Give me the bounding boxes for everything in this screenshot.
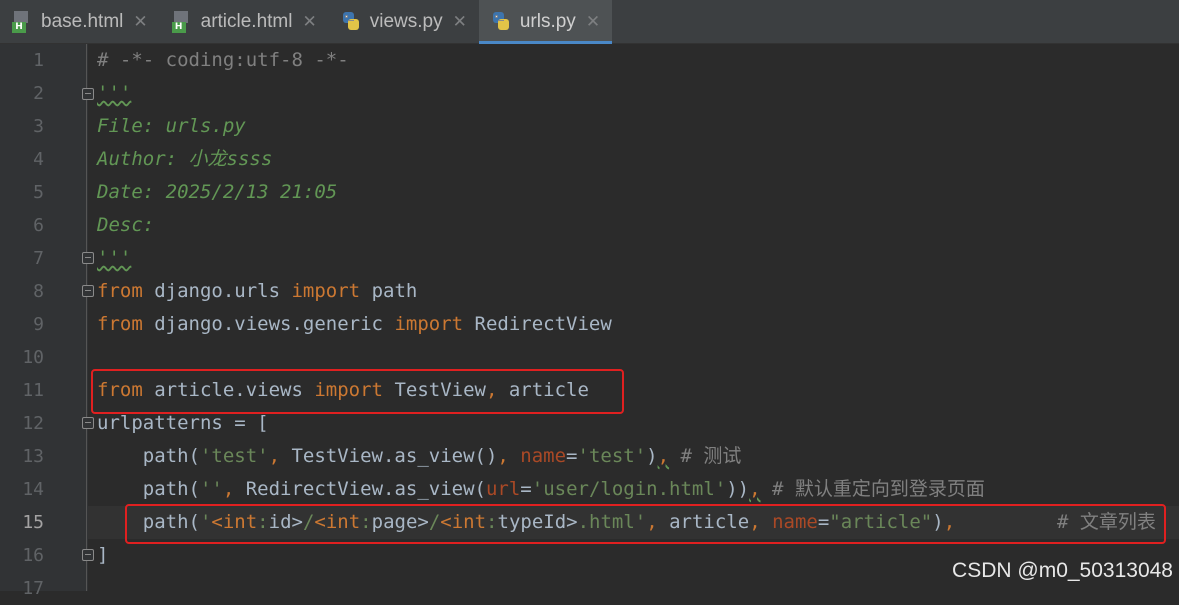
close-icon[interactable]: ✕	[586, 12, 600, 32]
punctuation: ,	[222, 478, 235, 500]
code-token: RedirectView.as_view(	[234, 478, 486, 500]
comment: # 默认重定向到登录页面	[760, 478, 985, 500]
tab-label: base.html	[41, 10, 124, 32]
keyword: from	[97, 280, 143, 302]
line-number: 6	[33, 215, 44, 236]
line-number: 2	[33, 83, 44, 104]
line-number: 7	[33, 248, 44, 269]
line-number: 4	[33, 149, 44, 170]
keyword: import	[394, 313, 464, 335]
code-token: path(	[97, 445, 200, 467]
highlight-box-import	[91, 369, 624, 414]
line-number: 12	[22, 413, 44, 434]
code-editor[interactable]: 1 2 3 4 5 6 7 8 9 10 11 12 13 14 15 16 1…	[0, 44, 1179, 599]
code-line-8: from django.urls import path	[97, 275, 417, 308]
string-literal: ''	[199, 478, 223, 500]
module-name: django.urls	[142, 280, 292, 302]
tab-article-html[interactable]: H article.html ✕	[160, 0, 329, 43]
python-file-icon	[491, 11, 511, 33]
code-line-14: path('', RedirectView.as_view(url='user/…	[97, 473, 985, 506]
line-number: 17	[22, 578, 44, 599]
close-icon[interactable]: ✕	[302, 12, 316, 32]
code-line-3: File: urls.py	[97, 115, 246, 137]
tab-base-html[interactable]: H base.html ✕	[0, 0, 160, 43]
keyword-argument: name	[520, 445, 567, 467]
punctuation: ,	[497, 445, 521, 467]
close-icon[interactable]: ✕	[133, 12, 147, 32]
line-number: 8	[33, 281, 44, 302]
fold-marker-icon[interactable]	[82, 88, 94, 100]
html-file-icon: H	[171, 10, 192, 33]
string-literal: 'test'	[199, 445, 269, 467]
tab-views-py[interactable]: views.py ✕	[329, 0, 479, 43]
tab-urls-py[interactable]: urls.py ✕	[478, 0, 613, 44]
identifier: RedirectView	[463, 313, 612, 335]
line-number: 10	[22, 347, 44, 368]
code-line-1: # -*- coding:utf-8 -*-	[97, 49, 349, 71]
keyword: import	[291, 280, 361, 302]
code-line-5: Date: 2025/2/13 21:05	[97, 181, 338, 203]
fold-marker-icon[interactable]	[82, 417, 94, 429]
python-file-icon	[341, 11, 361, 33]
line-number: 14	[22, 479, 44, 500]
code-line-7: '''	[97, 242, 131, 275]
docstring-delimiter: '''	[97, 247, 132, 269]
code-line-16: ]	[97, 544, 109, 566]
line-number-current: 15	[22, 512, 44, 533]
fold-marker-icon[interactable]	[82, 252, 94, 264]
fold-marker-icon[interactable]	[82, 285, 94, 297]
docstring-delimiter: '''	[97, 82, 132, 104]
highlight-box-path	[125, 504, 1166, 544]
line-number: 9	[33, 314, 44, 335]
comment: # 测试	[669, 445, 742, 467]
watermark: CSDN @m0_50313048	[952, 559, 1173, 582]
string-literal: 'user/login.html'	[531, 478, 727, 500]
editor-tab-bar: H base.html ✕ H article.html ✕ views.py …	[0, 0, 1179, 44]
punctuation: ,	[268, 445, 281, 467]
module-name: django.views.generic	[142, 313, 395, 335]
code-line-4: Author: 小龙ssss	[97, 148, 273, 170]
gutter-divider	[86, 44, 87, 591]
line-number: 11	[22, 380, 44, 401]
punctuation: ,	[657, 445, 670, 467]
code-token: TestView.as_view()	[280, 445, 498, 467]
code-token: =	[520, 478, 532, 500]
line-number: 16	[22, 545, 44, 566]
code-line-13: path('test', TestView.as_view(), name='t…	[97, 440, 742, 473]
line-number: 3	[33, 116, 44, 137]
html-file-icon: H	[12, 10, 32, 33]
code-line-9: from django.views.generic import Redirec…	[97, 308, 612, 341]
line-number: 13	[22, 446, 44, 467]
code-token: =	[566, 445, 578, 467]
keyword: from	[97, 313, 143, 335]
code-token: )	[646, 445, 658, 467]
keyword-argument: url	[485, 478, 521, 500]
code-token: path(	[97, 478, 200, 500]
tab-label: views.py	[369, 10, 443, 32]
line-number: 1	[33, 50, 44, 71]
line-number: 5	[33, 182, 44, 203]
tab-label: urls.py	[519, 10, 576, 32]
fold-marker-icon[interactable]	[82, 549, 94, 561]
code-line-6: Desc:	[97, 214, 155, 236]
punctuation: ,	[749, 478, 761, 500]
tab-label: article.html	[200, 10, 293, 32]
code-token: ))	[726, 478, 750, 500]
code-line-2: '''	[97, 77, 131, 110]
string-literal: 'test'	[577, 445, 647, 467]
close-icon[interactable]: ✕	[453, 12, 467, 32]
identifier: path	[360, 280, 418, 302]
